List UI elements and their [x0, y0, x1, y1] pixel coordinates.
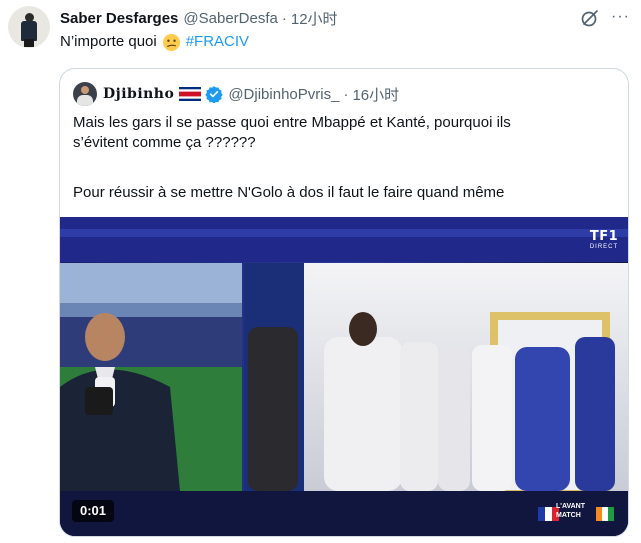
tweet-time[interactable]: 12小时 — [291, 8, 338, 29]
quoted-author-avatar[interactable] — [73, 82, 97, 106]
quoted-avatar-head — [81, 86, 89, 94]
hashtag-link[interactable]: #FRACIV — [186, 32, 249, 52]
quoted-separator-dot: · — [343, 85, 349, 103]
quoted-tweet-header: Djibinho @DjibinhoPvris_ · 16小时 — [103, 83, 399, 105]
tweet-header: Saber Desfarges @SaberDesfa · 12小时 — [60, 7, 338, 29]
confused-face-emoji-icon — [162, 33, 180, 51]
quoted-text-line-2: s’évitent comme ça ?????? — [73, 134, 256, 151]
grok-icon[interactable] — [580, 8, 600, 28]
avatar-figure-legs — [24, 39, 34, 47]
quoted-avatar-shirt — [77, 95, 93, 106]
costa-rica-flag-icon — [179, 87, 202, 101]
author-name[interactable]: Saber Desfarges — [60, 10, 178, 27]
quoted-text-line-1: Mais les gars il se passe quoi entre Mba… — [73, 114, 511, 131]
more-options-icon[interactable]: ··· — [611, 6, 635, 28]
author-avatar[interactable] — [8, 6, 50, 48]
verified-badge-icon — [205, 86, 224, 103]
video-timestamp: 0:01 — [72, 500, 115, 522]
lavant-line-1: L'AVANT — [556, 503, 586, 510]
lavant-line-2: MATCH — [556, 512, 581, 519]
quoted-tweet-text: Mais les gars il se passe quoi entre Mba… — [73, 113, 618, 203]
tf1-logo: TF1 DIRECT — [586, 229, 622, 250]
lavant-match-logo: L'AVANT MATCH — [534, 499, 614, 527]
video-player[interactable]: TF1 DIRECT L'AVANT MATCH 0:01 — [60, 217, 628, 536]
video-frame-image — [60, 217, 628, 536]
tweet-body-text: N’importe quoi — [60, 33, 157, 50]
separator-dot: · — [281, 9, 287, 27]
quoted-author-handle[interactable]: @DjibinhoPvris_ — [228, 86, 339, 103]
avatar-figure-body — [21, 21, 37, 41]
tf1-direct-label: DIRECT — [589, 244, 619, 250]
quoted-text-line-3: Pour réussir à se mettre N'Golo à dos il… — [73, 184, 505, 201]
quoted-tweet-time[interactable]: 16小时 — [352, 84, 399, 105]
quoted-author-name[interactable]: Djibinho — [103, 86, 174, 102]
author-handle[interactable]: @SaberDesfa — [183, 10, 277, 27]
quoted-tweet-card[interactable]: Djibinho @DjibinhoPvris_ · 16小时 Mais les… — [59, 68, 629, 537]
tweet-text: N’importe quoi #FRACIV — [60, 32, 249, 52]
tf1-logo-text: TF1 — [589, 229, 619, 244]
